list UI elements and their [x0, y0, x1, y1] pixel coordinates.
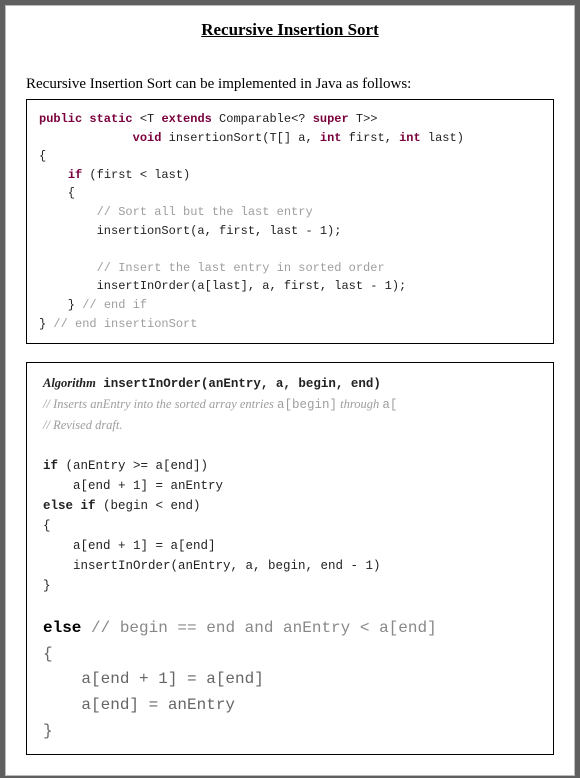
- code-text: if: [68, 168, 82, 182]
- algo-word: Algorithm: [43, 376, 96, 390]
- intro-text: Recursive Insertion Sort can be implemen…: [26, 76, 554, 93]
- code-text: public static: [39, 112, 140, 126]
- code-text: [39, 131, 133, 145]
- code-text: }: [39, 298, 82, 312]
- code-text: <T: [140, 112, 162, 126]
- code-text: }: [43, 579, 51, 593]
- code-block-algorithm: Algorithm insertInOrder(anEntry, a, begi…: [26, 362, 554, 755]
- code-text: insertInOrder(anEntry, a, begin, end - 1…: [43, 559, 381, 573]
- code-text: insertionSort(T[] a,: [161, 131, 319, 145]
- code-text: insertInOrder(anEntry, a, begin, end): [96, 377, 381, 391]
- code-text: }: [43, 722, 53, 740]
- code-text: (anEntry >= a[end]): [58, 459, 208, 473]
- code-text: {: [43, 645, 53, 663]
- code-text: }: [39, 317, 53, 331]
- code-text: {: [39, 186, 75, 200]
- code-text: (begin < end): [96, 499, 201, 513]
- page-title: Recursive Insertion Sort: [26, 20, 554, 40]
- document-page: Recursive Insertion Sort Recursive Inser…: [5, 5, 575, 776]
- code-text: (first < last): [82, 168, 190, 182]
- code-text: void: [133, 131, 162, 145]
- code-text: a[end] = anEntry: [43, 696, 235, 714]
- code-text: int: [320, 131, 342, 145]
- code-text: {: [43, 519, 51, 533]
- code-block-java: public static <T extends Comparable<? su…: [26, 99, 554, 344]
- code-comment: // Inserts anEntry into the sorted array…: [43, 397, 277, 411]
- code-text: a[end + 1] = anEntry: [43, 479, 223, 493]
- code-text: else: [43, 619, 91, 637]
- code-text: a[end + 1] = a[end]: [43, 539, 216, 553]
- code-text: {: [39, 149, 46, 163]
- code-text: first,: [341, 131, 399, 145]
- code-text: else if: [43, 499, 96, 513]
- code-text: int: [399, 131, 421, 145]
- code-text: a[end + 1] = a[end]: [43, 670, 264, 688]
- code-comment: // end insertionSort: [53, 317, 197, 331]
- code-comment: // end if: [82, 298, 147, 312]
- code-text: super: [313, 112, 349, 126]
- code-text: [39, 168, 68, 182]
- code-comment: // Insert the last entry in sorted order: [39, 261, 385, 275]
- code-comment: through: [337, 397, 382, 411]
- code-text: Comparable<?: [212, 112, 313, 126]
- code-text: last): [421, 131, 464, 145]
- code-comment: // Revised draft.: [43, 418, 123, 432]
- code-text: insertInOrder(a[last], a, first, last - …: [39, 279, 406, 293]
- code-text: T>>: [349, 112, 378, 126]
- code-text: insertionSort(a, first, last - 1);: [39, 224, 341, 238]
- code-text: a[: [382, 398, 397, 412]
- code-text: a[begin]: [277, 398, 337, 412]
- code-text: if: [43, 459, 58, 473]
- code-comment: // begin == end and anEntry < a[end]: [91, 619, 437, 637]
- code-text: extends: [161, 112, 211, 126]
- algo-label: Algorithm: [43, 376, 96, 390]
- code-comment: // Sort all but the last entry: [39, 205, 313, 219]
